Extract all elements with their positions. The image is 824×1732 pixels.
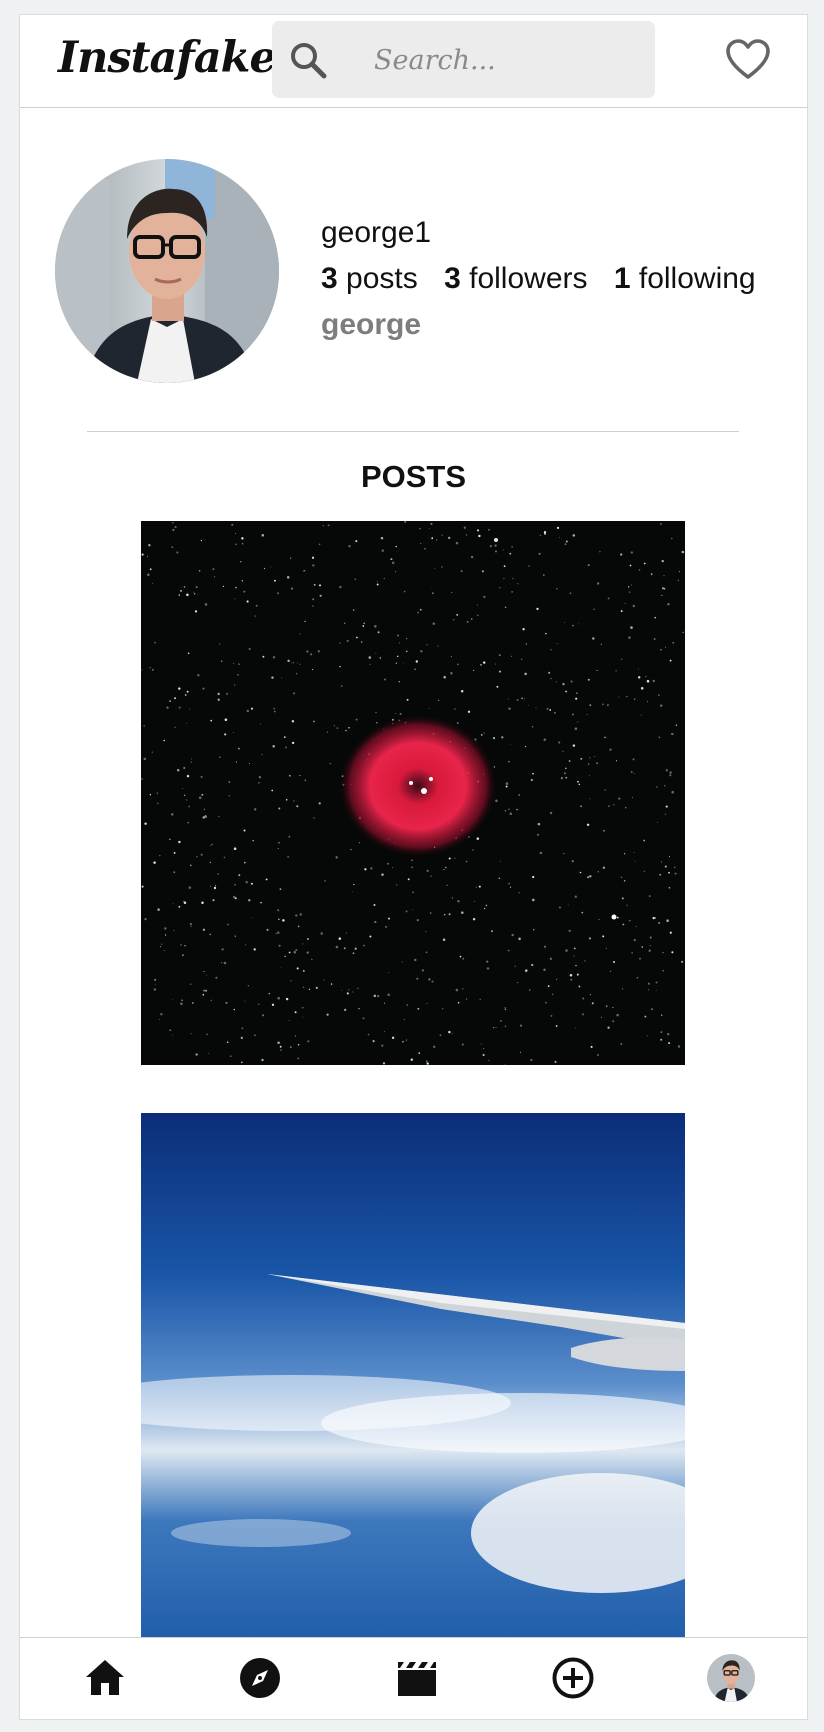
search-icon[interactable] <box>288 40 328 80</box>
profile-info: george1 3 posts 3 followers 1 following … <box>321 215 756 343</box>
following-label: following <box>638 262 756 295</box>
top-header: Instafake <box>20 15 807 108</box>
following-stat[interactable]: 1 following <box>614 262 756 295</box>
app-frame: Instafake Search... george1 3 posts 3 fo… <box>19 14 808 1720</box>
followers-count: 3 <box>444 262 461 295</box>
profile-avatar[interactable] <box>707 1654 755 1702</box>
search-bar[interactable] <box>272 21 655 98</box>
reels-clapperboard-icon[interactable] <box>394 1655 440 1701</box>
followers-stat[interactable]: 3 followers <box>444 262 587 295</box>
following-count: 1 <box>613 262 631 295</box>
posts-section-title: POSTS <box>360 459 467 494</box>
app-logo[interactable]: Instafake <box>58 33 277 83</box>
profile-username: george1 <box>321 216 432 249</box>
search-input[interactable] <box>372 35 636 85</box>
nebula-image <box>141 521 685 1065</box>
profile-full-name: george <box>321 308 422 341</box>
heart-icon[interactable] <box>725 38 771 80</box>
bottom-navigation <box>20 1637 807 1719</box>
create-plus-icon[interactable] <box>550 1655 596 1701</box>
profile-avatar[interactable] <box>55 159 279 383</box>
post-thumbnail[interactable] <box>141 1113 685 1657</box>
profile-stats: 3 posts 3 followers 1 following <box>321 261 756 297</box>
explore-compass-icon[interactable] <box>237 1655 283 1701</box>
posts-count: 3 <box>321 262 338 295</box>
posts-label: posts <box>346 262 418 295</box>
airplane-wing-image <box>141 1113 685 1657</box>
posts-stat: 3 posts <box>321 262 418 295</box>
post-thumbnail[interactable] <box>141 521 685 1065</box>
home-icon[interactable] <box>82 1655 128 1701</box>
section-divider <box>87 431 739 432</box>
followers-label: followers <box>469 262 588 295</box>
